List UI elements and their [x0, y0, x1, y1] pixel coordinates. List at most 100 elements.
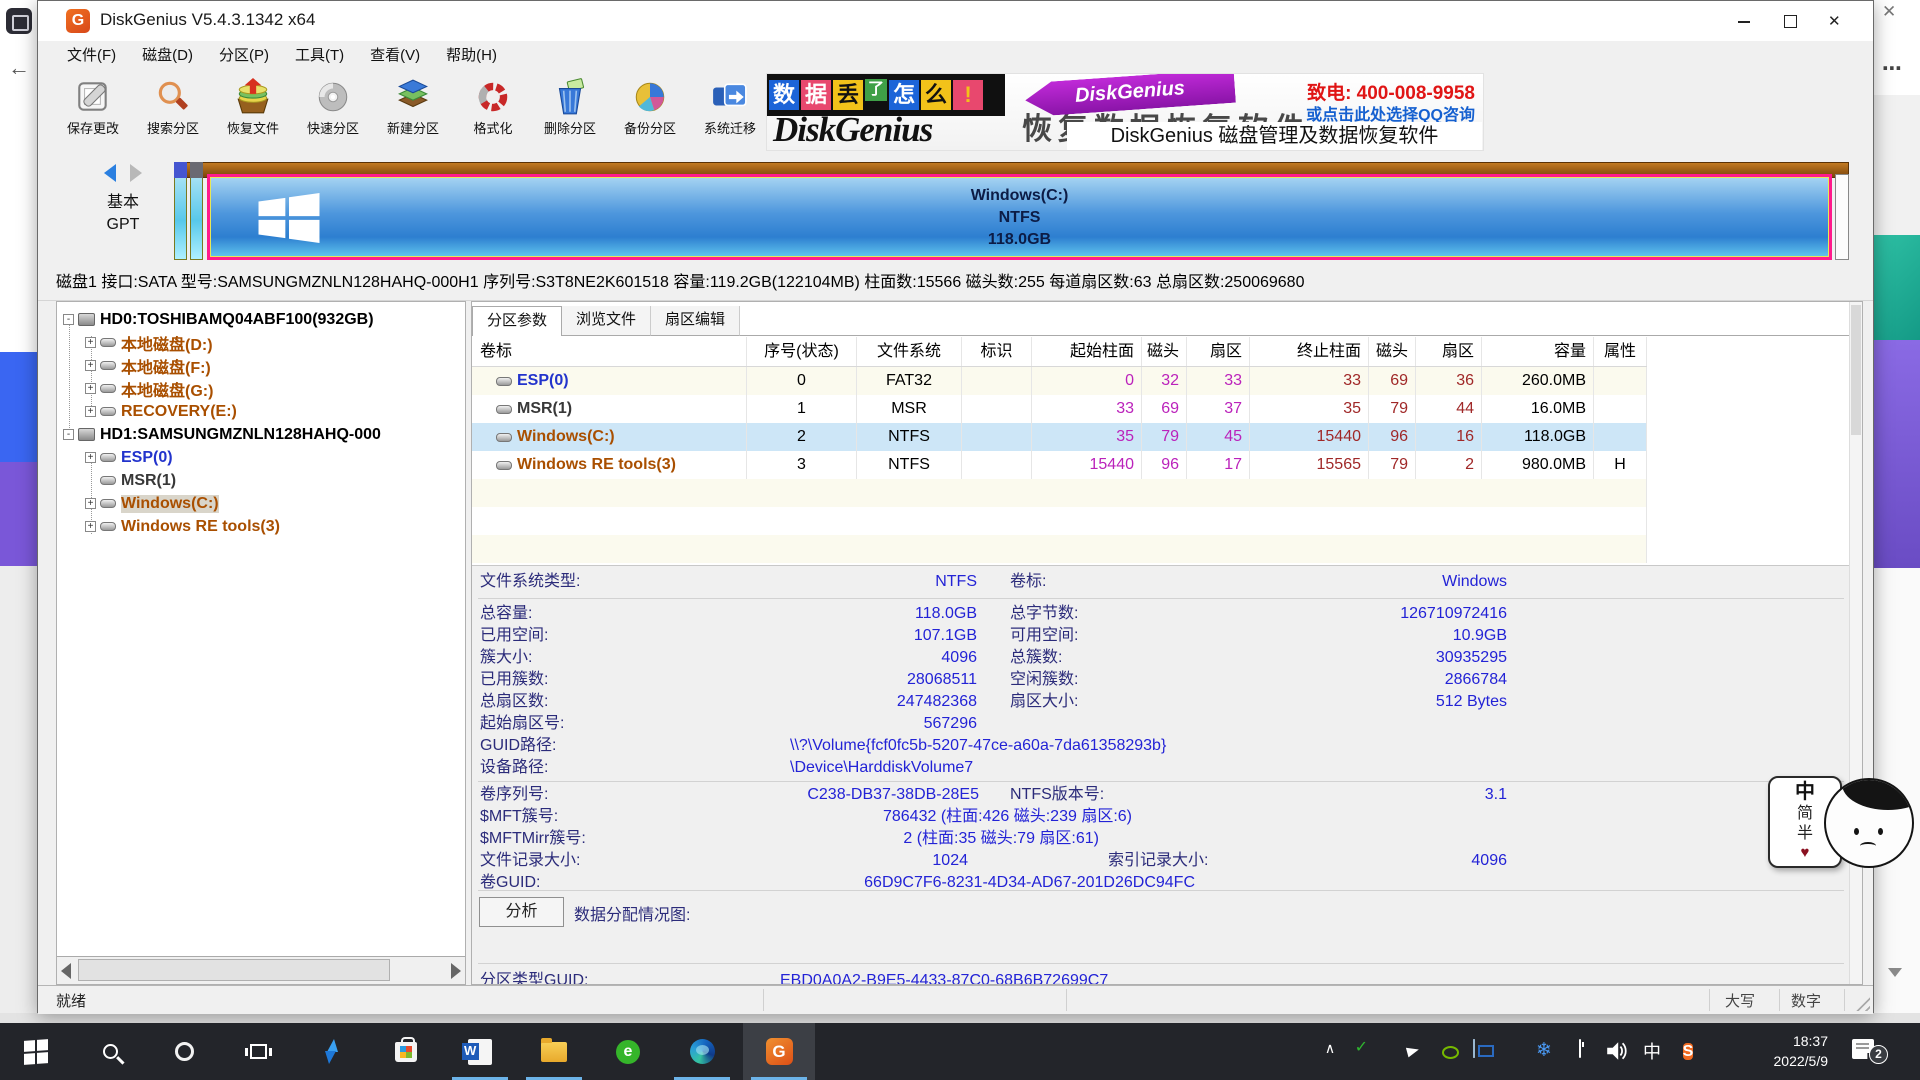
tree-item-windows-c[interactable]: +Windows(C:)	[57, 492, 465, 515]
expand-icon[interactable]: +	[85, 360, 96, 371]
minimize-button[interactable]	[1721, 1, 1767, 41]
tree-item-hd0[interactable]: -HD0:TOSHIBAMQ04ABF100(932GB)	[57, 308, 465, 331]
tray-expand-icon[interactable]: ∧	[1318, 1040, 1342, 1064]
close-icon[interactable]	[1882, 2, 1896, 22]
search-icon	[103, 1044, 118, 1059]
cortana-button[interactable]	[148, 1023, 220, 1080]
tree-item-msr[interactable]: MSR(1)	[57, 469, 465, 492]
maximize-button[interactable]	[1767, 1, 1813, 41]
expand-icon[interactable]: +	[85, 383, 96, 394]
tray-printer-icon[interactable]	[1352, 1040, 1376, 1064]
expand-icon[interactable]: +	[85, 452, 96, 463]
taskbar-store-button[interactable]	[370, 1023, 442, 1080]
menu-tools[interactable]: 工具(T)	[282, 41, 357, 71]
360-browser-icon: e	[616, 1040, 640, 1064]
menu-view[interactable]: 查看(V)	[357, 41, 433, 71]
tree-item-local-g[interactable]: +本地磁盘(G:)	[57, 377, 465, 400]
title-bar[interactable]: G DiskGenius V5.4.3.1342 x64	[38, 1, 1873, 41]
tab-browse-files[interactable]: 浏览文件	[562, 306, 651, 336]
collapse-icon[interactable]: -	[63, 314, 74, 325]
resize-grip[interactable]	[1856, 997, 1870, 1011]
tray-messenger-icon[interactable]	[1390, 1040, 1414, 1064]
delete-partition-button[interactable]: 删除分区	[530, 74, 610, 155]
taskbar-clock[interactable]: 18:37 2022/5/9	[1728, 1031, 1828, 1071]
analyze-button[interactable]: 分析	[479, 897, 564, 927]
recover-files-button[interactable]: 恢复文件	[213, 74, 293, 155]
tray-snowflake-icon[interactable]: ❄	[1532, 1040, 1556, 1064]
tree-item-esp[interactable]: +ESP(0)	[57, 446, 465, 469]
backup-partition-button[interactable]: 备份分区	[610, 74, 690, 155]
scrollbar-thumb[interactable]	[78, 959, 390, 981]
vol-label: 卷标:	[1010, 571, 1046, 593]
taskbar-edge-button[interactable]	[666, 1023, 738, 1080]
status-ready: 就绪	[56, 990, 86, 1011]
action-center-button[interactable]: 2	[1848, 1039, 1888, 1065]
desktop: G DiskGenius V5.4.3.1342 x64 文件(F) 磁盘(D)…	[0, 0, 1920, 1080]
prev-disk-arrow-icon[interactable]	[104, 164, 116, 182]
taskbar-app-flash[interactable]	[296, 1023, 368, 1080]
expand-icon[interactable]: +	[85, 521, 96, 532]
data-allocation-label: 数据分配情况图:	[574, 901, 690, 925]
start-button[interactable]	[0, 1023, 72, 1080]
scrollbar-thumb[interactable]	[1851, 305, 1861, 435]
format-button[interactable]: 格式化	[453, 74, 533, 155]
panel-vertical-scrollbar[interactable]	[1849, 302, 1862, 985]
expand-icon[interactable]: +	[85, 406, 96, 417]
scroll-right-icon[interactable]	[451, 963, 461, 979]
taskbar-word-button[interactable]	[444, 1023, 516, 1080]
save-changes-button[interactable]: 保存更改	[53, 74, 133, 155]
system-migrate-button[interactable]: 系统迁移	[690, 74, 770, 155]
taskbar: e G ∧ ❄ 中 S 18:37 2022/5/9 2	[0, 1023, 1920, 1080]
promo-banner[interactable]: 数 据 丢 了 怎 么 ! 恢复数据恢复软件 DiskGenius DiskGe…	[766, 73, 1484, 151]
menu-file[interactable]: 文件(F)	[54, 41, 129, 71]
table-row-windows-re[interactable]: Windows RE tools(3) 3 NTFS 15440 96 17 1…	[472, 451, 1647, 479]
taskbar-search-button[interactable]	[74, 1023, 146, 1080]
taskbar-360-browser-button[interactable]: e	[592, 1023, 664, 1080]
partition-cell-esp[interactable]	[174, 162, 187, 260]
partition-table: 卷标 序号(状态) 文件系统 标识 起始柱面 磁头 扇区 终止柱面 磁头 扇区 …	[472, 337, 1647, 563]
collapse-icon[interactable]: -	[63, 429, 74, 440]
expand-icon[interactable]: +	[85, 337, 96, 348]
partition-cell-msr[interactable]	[190, 162, 203, 260]
close-button[interactable]	[1813, 1, 1859, 41]
tree-item-local-f[interactable]: +本地磁盘(F:)	[57, 354, 465, 377]
scroll-down-icon[interactable]	[1888, 968, 1902, 984]
tray-sogou-icon[interactable]: S	[1676, 1040, 1700, 1064]
expand-icon[interactable]: +	[85, 498, 96, 509]
quick-partition-button[interactable]: 快速分区	[293, 74, 373, 155]
next-disk-arrow-icon[interactable]	[130, 164, 142, 182]
windows-start-icon	[24, 1039, 48, 1065]
tray-intel-graphics-icon[interactable]	[1462, 1040, 1486, 1064]
task-view-button[interactable]	[222, 1023, 294, 1080]
tray-volume-icon[interactable]	[1604, 1040, 1628, 1064]
new-partition-button[interactable]: 新建分区	[373, 74, 453, 155]
table-row-msr[interactable]: MSR(1) 1 MSR 33 69 37 35 79 44 16.0MB	[472, 395, 1647, 423]
tree-item-local-d[interactable]: +本地磁盘(D:)	[57, 331, 465, 354]
taskbar-diskgenius-button[interactable]: G	[743, 1023, 815, 1080]
tray-security-shield-icon[interactable]	[1498, 1040, 1522, 1064]
tree-item-hd1[interactable]: -HD1:SAMSUNGMZNLN128HAHQ-000	[57, 423, 465, 446]
more-options-icon[interactable]	[1882, 56, 1902, 81]
heart-icon[interactable]	[1770, 844, 1840, 862]
taskbar-explorer-button[interactable]	[518, 1023, 590, 1080]
back-arrow-icon[interactable]	[7, 56, 31, 80]
table-row-esp[interactable]: ESP(0) 0 FAT32 0 32 33 33 69 36 260.0MB	[472, 367, 1647, 395]
table-row-windows-selected[interactable]: Windows(C:) 2 NTFS 35 79 45 15440 96 16 …	[472, 423, 1647, 451]
menu-help[interactable]: 帮助(H)	[433, 41, 510, 71]
menu-disk[interactable]: 磁盘(D)	[129, 41, 206, 71]
tab-partition-params[interactable]: 分区参数	[472, 306, 562, 336]
tray-battery-icon[interactable]	[1568, 1040, 1592, 1064]
tray-ime-indicator[interactable]: 中	[1640, 1040, 1664, 1064]
search-partition-button[interactable]: 搜索分区	[133, 74, 213, 155]
partition-icon	[100, 407, 116, 416]
tree-item-recovery-e[interactable]: +RECOVERY(E:)	[57, 400, 465, 423]
partition-cell-re-tools[interactable]	[1835, 174, 1849, 260]
menu-partition[interactable]: 分区(P)	[206, 41, 282, 71]
tree-item-windows-re[interactable]: +Windows RE tools(3)	[57, 515, 465, 538]
scroll-left-icon[interactable]	[61, 963, 71, 979]
tab-sector-edit[interactable]: 扇区编辑	[651, 306, 740, 336]
tray-nvidia-icon[interactable]	[1426, 1040, 1450, 1064]
tree-horizontal-scrollbar[interactable]	[57, 956, 465, 984]
partition-cell-windows-selected[interactable]: Windows(C:) NTFS 118.0GB	[207, 174, 1832, 260]
edge-icon	[690, 1039, 715, 1064]
